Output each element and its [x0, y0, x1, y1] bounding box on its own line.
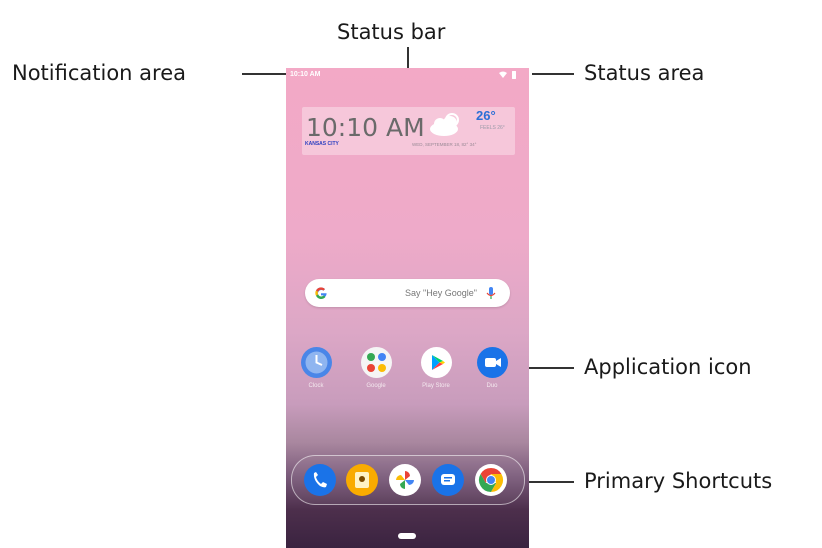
- weather-cloud-icon: [430, 113, 459, 136]
- google-folder-icon: [360, 347, 392, 378]
- photos-icon[interactable]: [389, 464, 421, 496]
- phone-screen: 10:10 AM 10:10 AM 26° FEELS 26° KANSAS C…: [286, 68, 529, 548]
- battery-icon: [512, 71, 516, 79]
- app-duo[interactable]: Duo: [472, 347, 512, 389]
- app-label: Play Store: [422, 383, 450, 389]
- primary-shortcuts-callout: Primary Shortcuts: [584, 469, 773, 493]
- status-icons: [499, 71, 516, 79]
- phone-icon[interactable]: [304, 464, 336, 496]
- google-g-icon: [315, 287, 327, 299]
- application-icon-callout: Application icon: [584, 355, 752, 379]
- application-icon-leader: [524, 367, 574, 369]
- app-clock[interactable]: Clock: [296, 347, 336, 389]
- messages-icon[interactable]: [432, 464, 464, 496]
- status-bar-time: 10:10 AM: [290, 71, 321, 78]
- clock-icon: [300, 347, 332, 378]
- widget-time: 10:10 AM: [306, 113, 425, 142]
- status-bar-callout: Status bar: [337, 20, 446, 44]
- status-area-callout: Status area: [584, 61, 705, 85]
- search-placeholder: Say "Hey Google": [405, 288, 477, 298]
- primary-shortcuts-dock: [291, 455, 525, 505]
- google-search-bar[interactable]: Say "Hey Google": [305, 279, 510, 307]
- notification-area-callout: Notification area: [12, 61, 186, 85]
- app-label: Google: [366, 383, 386, 389]
- widget-temperature: 26°: [476, 108, 496, 123]
- notification-area-leader: [242, 73, 286, 75]
- clock-weather-widget[interactable]: 10:10 AM 26° FEELS 26° KANSAS CITY WED, …: [302, 107, 515, 155]
- home-button[interactable]: [398, 533, 416, 539]
- microphone-icon[interactable]: [486, 286, 496, 300]
- duo-icon: [476, 347, 508, 378]
- app-google-folder[interactable]: Google: [356, 347, 396, 389]
- widget-date: WED, SEPTEMBER 18, 82° 34°: [412, 142, 477, 147]
- status-area-leader: [532, 73, 574, 75]
- widget-city: KANSAS CITY: [305, 141, 339, 147]
- app-label: Clock: [308, 383, 324, 389]
- widget-feels-like: FEELS 26°: [480, 125, 505, 131]
- app-play-store[interactable]: Play Store: [416, 347, 456, 389]
- app-label: Duo: [486, 383, 498, 389]
- contacts-icon[interactable]: [346, 464, 378, 496]
- chrome-icon[interactable]: [475, 464, 507, 496]
- play-store-icon: [420, 347, 452, 378]
- wifi-icon: [499, 71, 507, 78]
